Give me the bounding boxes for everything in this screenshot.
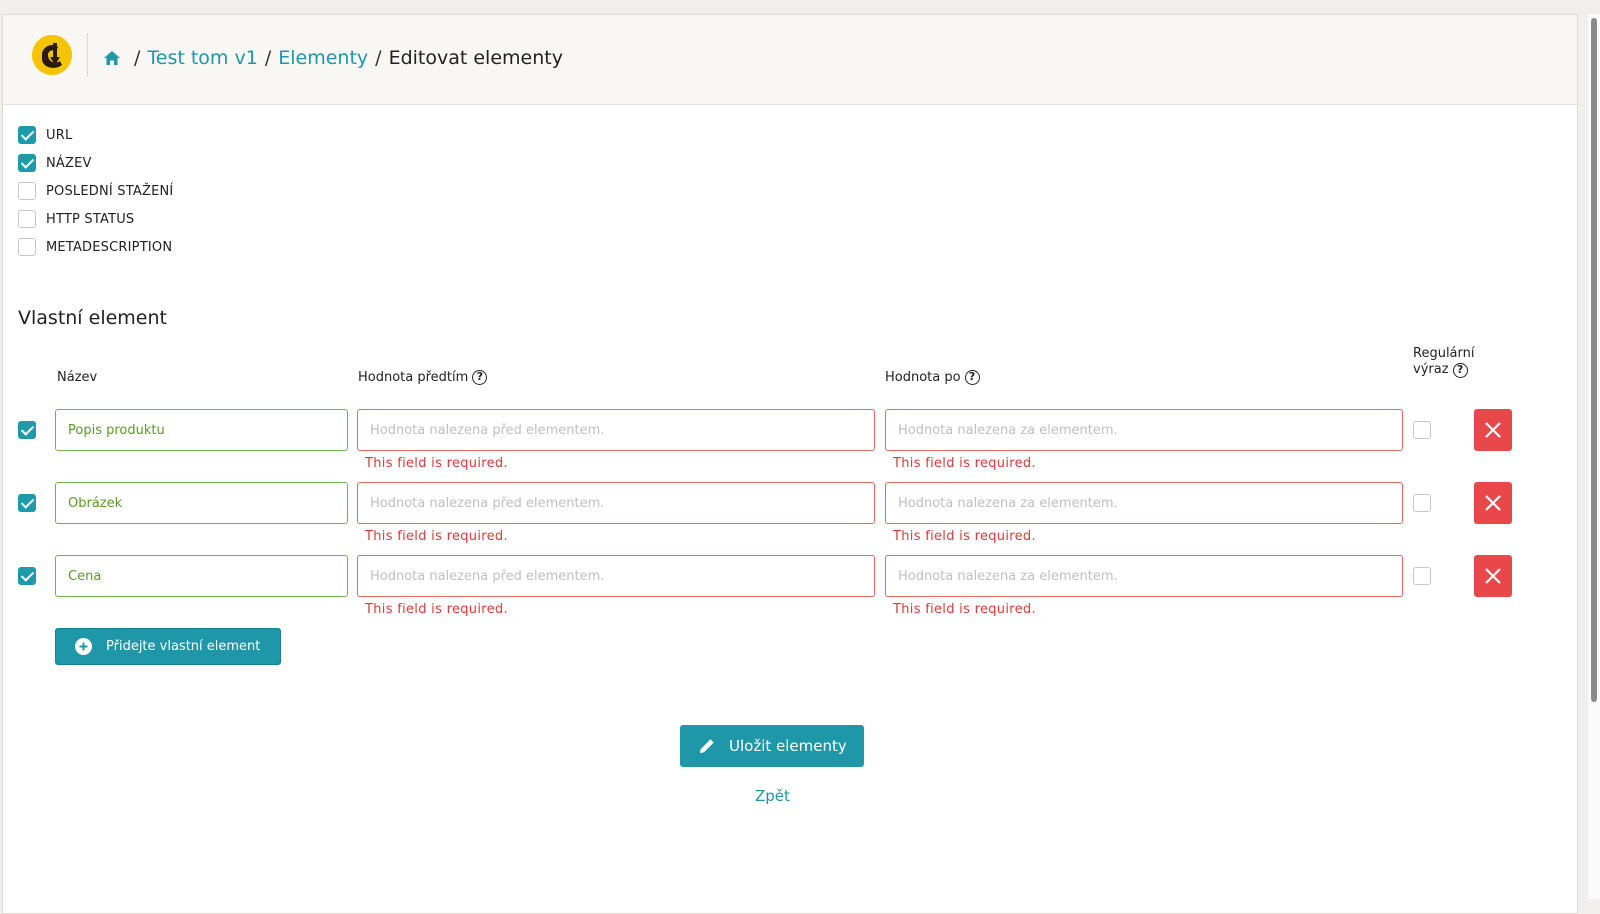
value-before-input[interactable] [357, 409, 875, 451]
column-option-name[interactable]: NÁZEV [18, 154, 92, 172]
breadcrumb-current: Editovat elementy [388, 47, 563, 69]
before-error: This field is required. [365, 529, 508, 544]
scrollbar-thumb[interactable] [1591, 18, 1597, 702]
breadcrumb-project-link[interactable]: Test tom v1 [147, 45, 257, 71]
app-logo[interactable] [32, 35, 72, 75]
delete-row-button[interactable] [1474, 555, 1512, 597]
row-enable-checkbox[interactable] [18, 421, 36, 439]
column-header-before-label: Hodnota předtím [358, 370, 469, 385]
column-option-http-status[interactable]: HTTP STATUS [18, 210, 134, 228]
save-elements-button[interactable]: Uložit elementy [680, 725, 864, 767]
element-name-input[interactable] [55, 482, 348, 524]
save-elements-label: Uložit elementy [729, 737, 847, 755]
after-error: This field is required. [893, 529, 1036, 544]
column-option-checkbox[interactable] [18, 210, 36, 228]
column-option-label: URL [46, 127, 73, 143]
close-icon [1485, 495, 1501, 511]
value-after-input[interactable] [885, 482, 1403, 524]
column-header-regex-line2: výraz [1413, 362, 1449, 377]
column-option-label: HTTP STATUS [46, 211, 135, 227]
breadcrumb: / Test tom v1 / Elementy / Editovat elem… [103, 45, 563, 71]
column-header-after: Hodnota po ? [885, 370, 980, 385]
column-option-url[interactable]: URL [18, 126, 72, 144]
regex-checkbox[interactable] [1413, 494, 1431, 512]
value-after-input[interactable] [885, 409, 1403, 451]
delete-row-button[interactable] [1474, 482, 1512, 524]
custom-element-title: Vlastní element [18, 307, 167, 329]
column-option-label: METADESCRIPTION [46, 239, 173, 255]
breadcrumb-separator: / [264, 47, 272, 69]
breadcrumb-separator: / [134, 47, 141, 69]
row-enable-checkbox[interactable] [18, 567, 36, 585]
column-option-checkbox[interactable] [18, 182, 36, 200]
row-enable-checkbox[interactable] [18, 494, 36, 512]
element-name-input[interactable] [55, 409, 348, 451]
back-link[interactable]: Zpět [755, 787, 790, 805]
column-header-name: Název [57, 370, 97, 385]
pencil-icon [700, 739, 714, 753]
help-icon[interactable]: ? [472, 370, 488, 385]
add-custom-element-button[interactable]: Přidejte vlastní element [55, 628, 281, 665]
column-option-label: NÁZEV [46, 155, 92, 171]
plus-circle-icon [75, 638, 92, 655]
after-error: This field is required. [893, 602, 1036, 617]
column-option-checkbox[interactable] [18, 238, 36, 256]
regex-checkbox[interactable] [1413, 421, 1431, 439]
help-icon[interactable]: ? [1452, 362, 1468, 378]
column-header-regex: Regulární výraz ? [1413, 346, 1493, 378]
column-header-after-label: Hodnota po [885, 370, 961, 385]
delete-row-button[interactable] [1474, 409, 1512, 451]
header-divider [87, 33, 88, 77]
column-header-before: Hodnota předtím ? [358, 370, 488, 385]
value-after-input[interactable] [885, 555, 1403, 597]
before-error: This field is required. [365, 602, 508, 617]
add-custom-element-label: Přidejte vlastní element [106, 639, 261, 654]
close-icon [1485, 568, 1501, 584]
home-icon[interactable] [103, 49, 121, 67]
regex-checkbox[interactable] [1413, 567, 1431, 585]
column-header-name-label: Název [57, 370, 98, 385]
main-card: / Test tom v1 / Elementy / Editovat elem… [2, 14, 1578, 914]
after-error: This field is required. [893, 456, 1036, 471]
column-option-last-download[interactable]: POSLEDNÍ STAŽENÍ [18, 182, 173, 200]
before-error: This field is required. [365, 456, 508, 471]
help-icon[interactable]: ? [964, 370, 980, 385]
column-option-label: POSLEDNÍ STAŽENÍ [46, 183, 174, 199]
column-option-checkbox[interactable] [18, 126, 36, 144]
breadcrumb-separator: / [375, 47, 382, 69]
value-before-input[interactable] [357, 555, 875, 597]
element-name-input[interactable] [55, 555, 348, 597]
close-icon [1485, 422, 1501, 438]
breadcrumb-elements-link[interactable]: Elementy [278, 45, 368, 71]
column-option-checkbox[interactable] [18, 154, 36, 172]
header-bar: / Test tom v1 / Elementy / Editovat elem… [3, 15, 1577, 105]
column-option-metadescription[interactable]: METADESCRIPTION [18, 238, 172, 256]
column-header-regex-line1: Regulární [1413, 346, 1475, 361]
value-before-input[interactable] [357, 482, 875, 524]
